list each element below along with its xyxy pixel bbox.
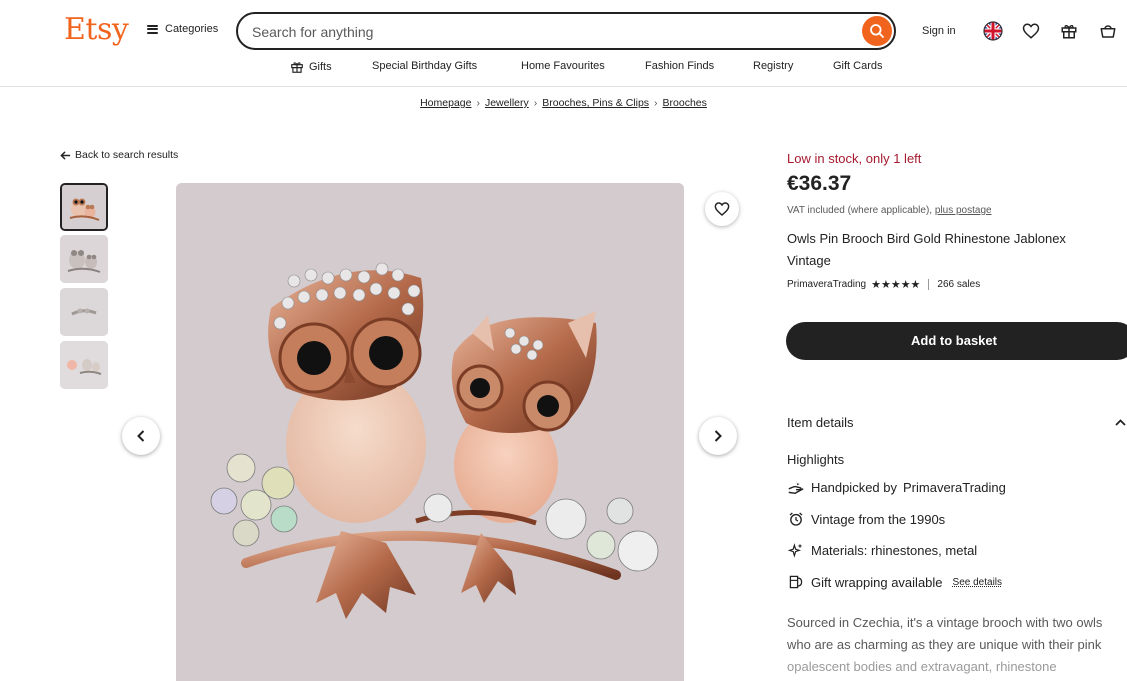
stock-status: Low in stock, only 1 left <box>787 151 922 166</box>
basket-icon <box>1100 25 1116 38</box>
product-title: Owls Pin Brooch Bird Gold Rhinestone Jab… <box>787 231 1066 268</box>
sign-in-link[interactable]: Sign in <box>922 25 956 37</box>
nav-item-special-birthday-gifts[interactable]: Special Birthday Gifts <box>372 60 477 72</box>
thumbnail-3[interactable] <box>60 288 108 336</box>
shop-name-link[interactable]: PrimaveraTrading <box>787 279 866 290</box>
description-line: Sourced in Czechia, it's a vintage brooc… <box>787 615 1103 630</box>
shop-name-link[interactable]: PrimaveraTrading <box>903 480 1006 495</box>
next-image-button[interactable] <box>699 417 737 455</box>
arrow-left-icon <box>60 150 71 160</box>
brooch-scale-thumbnail-image <box>60 341 108 389</box>
divider <box>928 279 930 290</box>
postage-link[interactable]: plus postage <box>935 205 992 216</box>
thumbnail-4[interactable] <box>60 341 108 389</box>
categories-label: Categories <box>165 23 219 35</box>
gift-icon <box>291 62 303 73</box>
highlight-handpicked: Handpicked by PrimaveraTrading <box>787 478 1006 496</box>
hand-icon <box>787 478 805 496</box>
chevron-right-icon <box>714 430 722 442</box>
chevron-right-icon: › <box>654 97 658 109</box>
favourite-item-button[interactable] <box>705 192 739 226</box>
thumbnail-1[interactable] <box>60 183 108 231</box>
heart-icon <box>1022 23 1040 39</box>
item-details-toggle[interactable]: Item details <box>787 415 853 430</box>
uk-flag-icon <box>983 21 1003 41</box>
favourites-button[interactable] <box>1020 20 1042 42</box>
nav-item-gift-cards[interactable]: Gift Cards <box>833 60 883 72</box>
owl-brooch-thumbnail-image <box>60 235 108 283</box>
highlights-heading: Highlights <box>787 452 845 467</box>
description-line: opalescent bodies and extravagant, rhine… <box>787 659 1057 674</box>
nav-item-registry[interactable]: Registry <box>753 60 793 72</box>
chevron-right-icon: › <box>533 97 538 109</box>
gift-icon <box>1061 24 1077 39</box>
breadcrumb: Homepage › Jewellery › Brooches, Pins & Clip… <box>0 97 1127 109</box>
breadcrumb-brooches[interactable]: Brooches <box>663 97 707 109</box>
previous-image-button[interactable] <box>122 417 160 455</box>
gift-mode-button[interactable] <box>1058 20 1080 42</box>
nav-item-gifts[interactable]: Gifts <box>290 60 332 74</box>
breadcrumb-brooches-pins-clips[interactable]: Brooches, Pins & Clips <box>542 97 649 109</box>
highlight-text: Gift wrapping available <box>811 574 943 590</box>
highlight-vintage: Vintage from the 1990s <box>787 510 945 528</box>
etsy-logo[interactable]: Etsy <box>64 12 129 47</box>
back-to-search-link[interactable]: Back to search results <box>60 149 178 161</box>
product-description: Sourced in Czechia, it's a vintage brooc… <box>787 612 1127 678</box>
nav-item-fashion-finds[interactable]: Fashion Finds <box>645 60 714 72</box>
hamburger-icon <box>147 24 158 34</box>
chevron-left-icon <box>137 430 145 442</box>
highlight-text: Vintage from the 1990s <box>811 511 946 527</box>
chevron-right-icon: › <box>476 97 480 109</box>
gift-wrap-icon <box>787 573 805 591</box>
add-to-basket-button[interactable]: Add to basket <box>786 322 1127 360</box>
search-input[interactable] <box>252 22 852 42</box>
search-button[interactable] <box>862 16 892 46</box>
rating-stars[interactable]: ★★★★★ <box>871 278 920 291</box>
highlight-gift-wrap: Gift wrapping available See details <box>787 573 1002 591</box>
brooch-side-thumbnail-image <box>60 288 108 336</box>
highlight-materials: Materials: rhinestones, metal <box>787 541 977 559</box>
description-line: who are as charming as they are unique w… <box>787 637 1102 652</box>
vat-note: VAT included (where applicable), plus po… <box>787 205 992 216</box>
site-header: Etsy Categories Sign in <box>0 0 1127 87</box>
product-main-image[interactable] <box>176 183 684 681</box>
heart-icon <box>714 202 730 216</box>
breadcrumb-homepage[interactable]: Homepage <box>420 97 471 109</box>
shop-info: PrimaveraTrading ★★★★★ 266 sales <box>787 278 980 291</box>
alarm-clock-icon <box>787 510 805 528</box>
highlight-text: Handpicked by <box>811 479 897 495</box>
categories-button[interactable]: Categories <box>147 23 218 35</box>
back-label: Back to search results <box>75 149 179 161</box>
language-flag-button[interactable] <box>982 20 1004 42</box>
sparkle-icon <box>787 541 805 559</box>
category-nav: Gifts Special Birthday Gifts Home Favour… <box>0 57 1127 77</box>
chevron-up-icon[interactable] <box>1114 416 1127 429</box>
see-details-link[interactable]: See details <box>953 577 1002 588</box>
thumbnail-2[interactable] <box>60 235 108 283</box>
product-price: €36.37 <box>787 172 852 195</box>
nav-item-label: Gifts <box>309 61 332 73</box>
highlight-text: Materials: rhinestones, metal <box>811 542 978 558</box>
vat-text: VAT included (where applicable), <box>787 205 933 216</box>
owl-brooch-thumbnail-image <box>62 185 106 229</box>
search-icon <box>870 24 884 38</box>
breadcrumb-jewellery[interactable]: Jewellery <box>485 97 529 109</box>
nav-item-home-favourites[interactable]: Home Favourites <box>521 60 605 72</box>
search-bar <box>236 12 896 50</box>
basket-button[interactable] <box>1097 20 1119 42</box>
owl-brooch-photo <box>176 183 684 681</box>
sales-count: 266 sales <box>937 279 981 290</box>
